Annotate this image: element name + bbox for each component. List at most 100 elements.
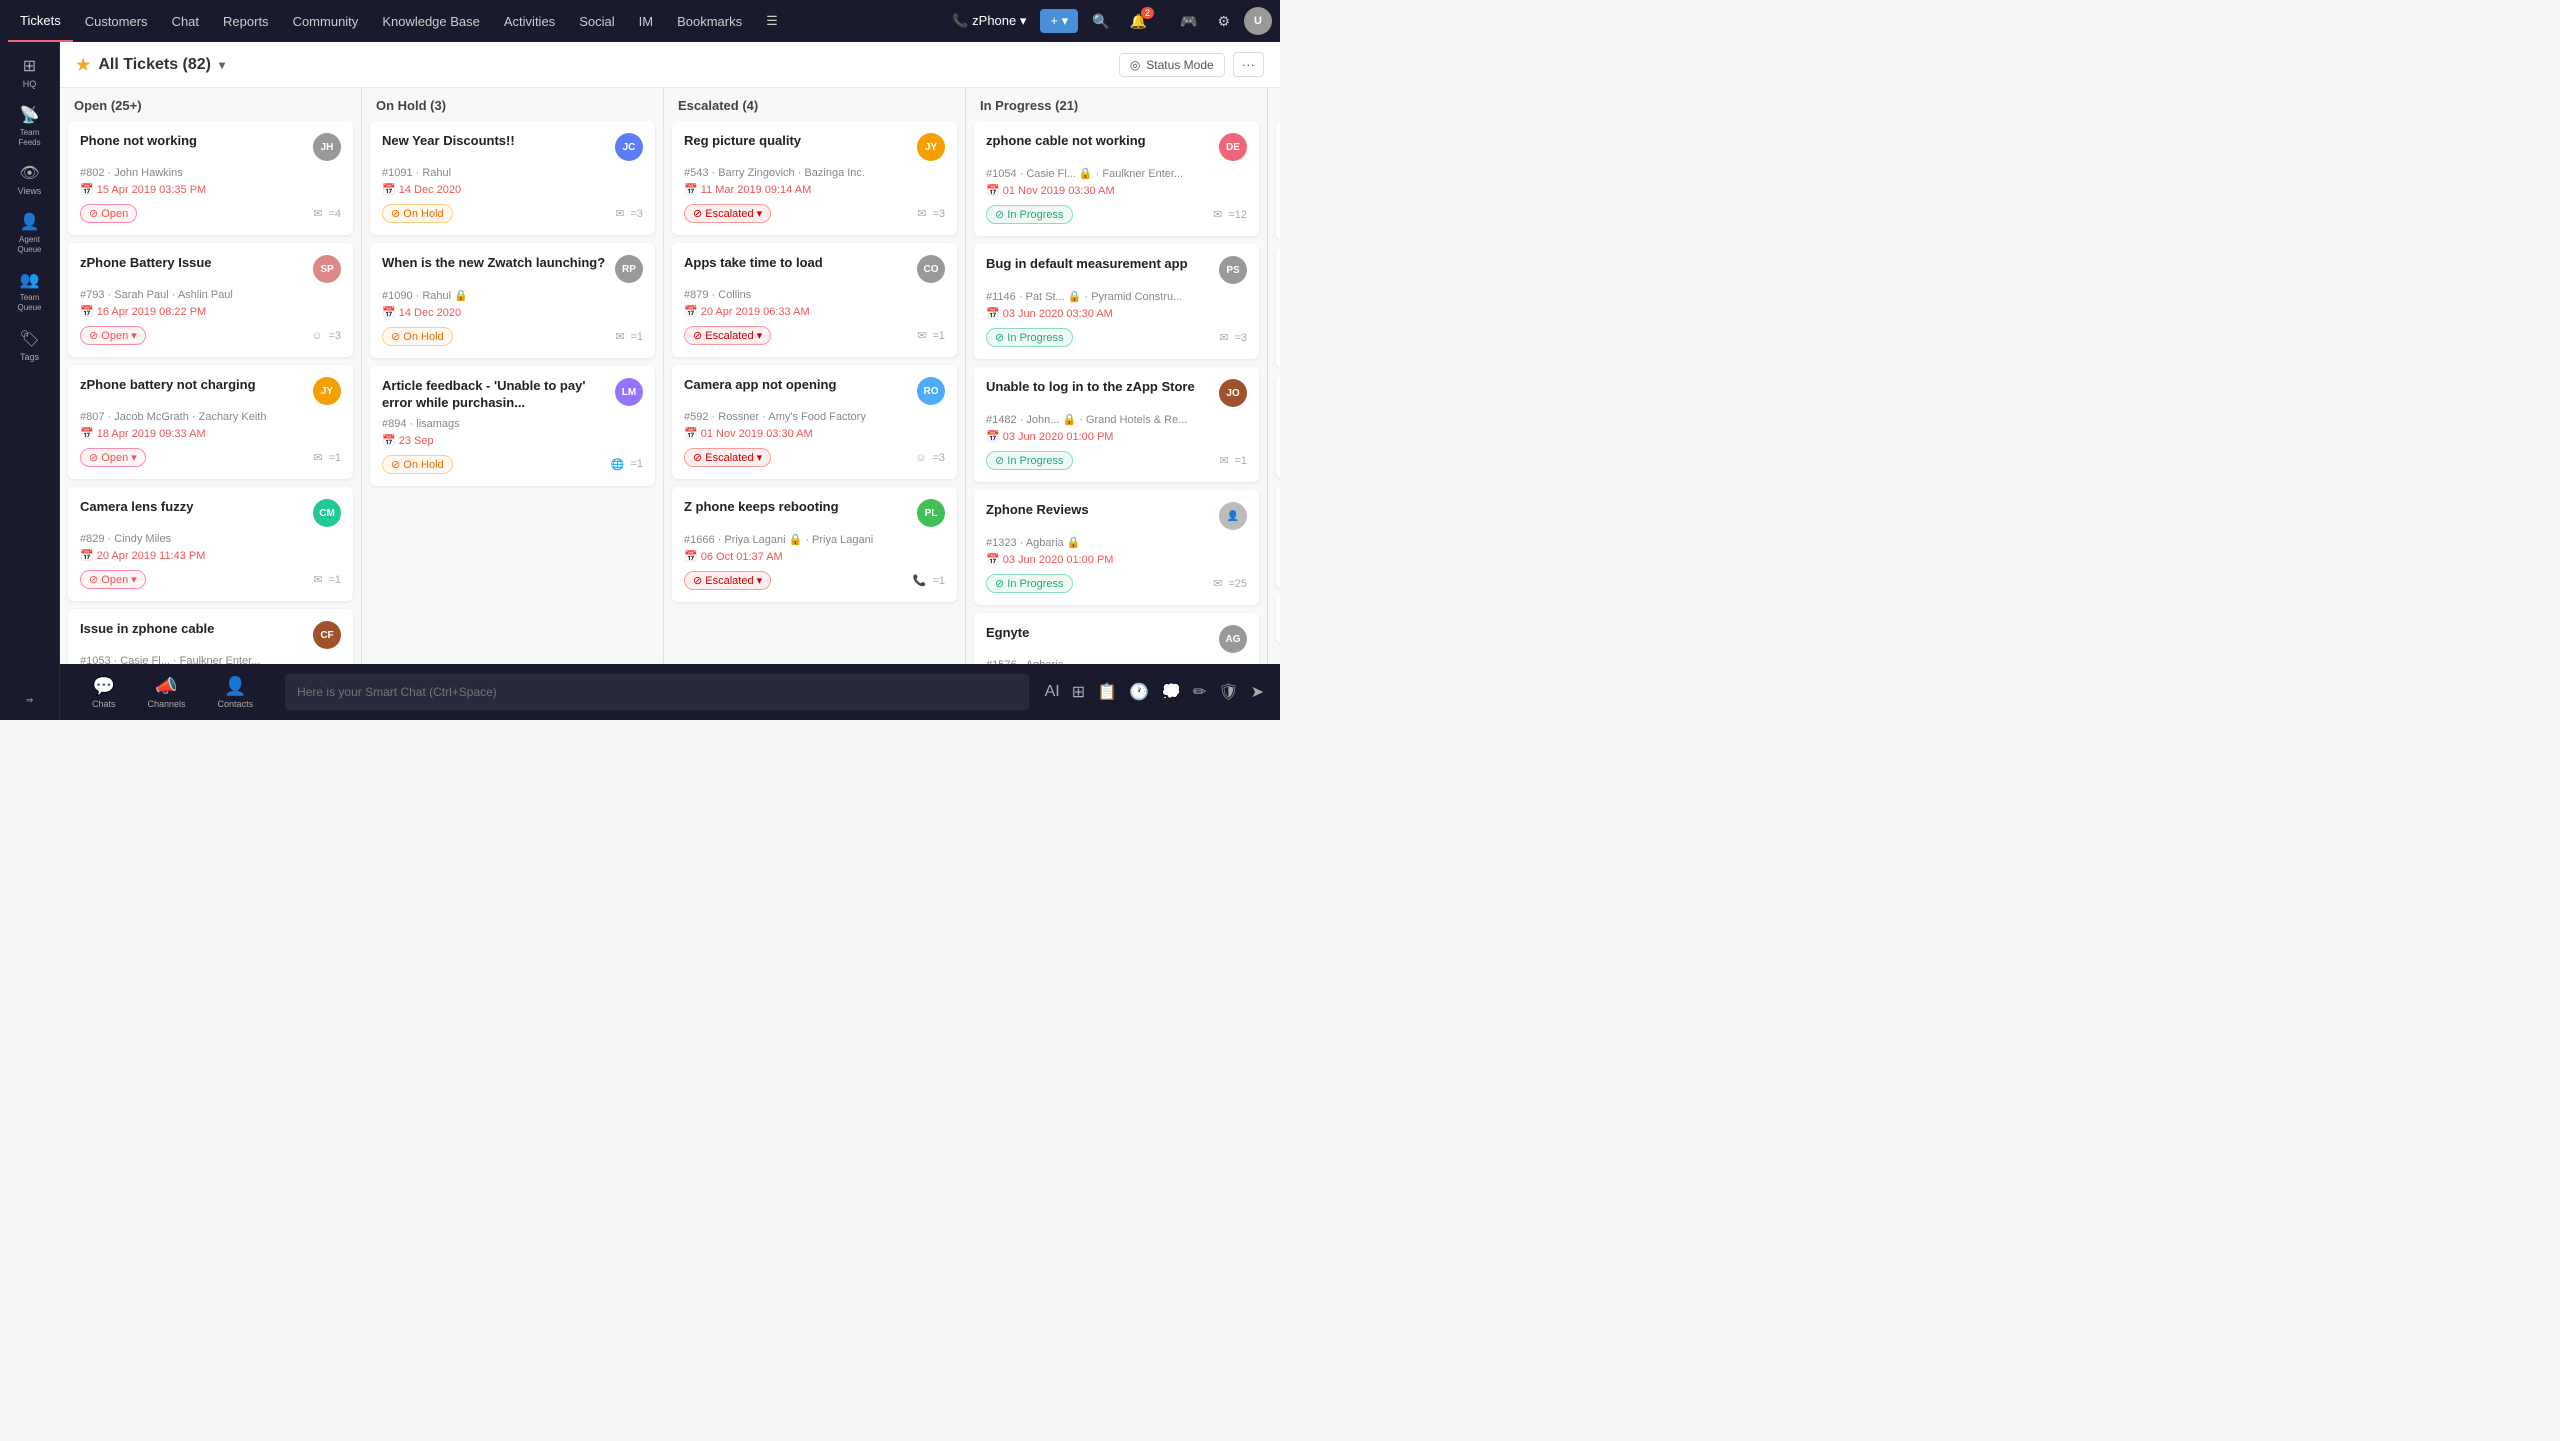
sidebar-item-tags[interactable]: 🏷 Tags xyxy=(4,323,56,368)
agent-queue-icon: 👤 xyxy=(20,212,40,232)
smart-chat-input[interactable] xyxy=(285,674,1029,710)
nav-reports[interactable]: Reports xyxy=(211,0,281,42)
card-footer: ⊘ In Progress ✉ =3 xyxy=(986,328,1247,347)
status-badge-inprogress[interactable]: ⊘ In Progress xyxy=(986,205,1073,224)
grid-icon[interactable]: ⊞ xyxy=(1072,682,1085,702)
sidebar-item-agent-queue[interactable]: 👤 AgentQueue xyxy=(4,206,56,260)
card-zapp-store-login[interactable]: Unable to log in to the zApp Store JO #1… xyxy=(974,367,1259,482)
edit-icon[interactable]: ✏ xyxy=(1193,682,1206,702)
status-badge-open[interactable]: ⊘ Open ▾ xyxy=(80,570,146,589)
favorite-star[interactable]: ★ xyxy=(76,55,90,75)
card-meta: #1666 · Priya Lagani 🔒 · Priya Lagani xyxy=(684,533,945,546)
card-sync-google[interactable]: Can we sync Goog with Zylker CarPac... #… xyxy=(1276,121,1280,240)
status-mode-button[interactable]: ◎ Status Mode xyxy=(1119,53,1225,77)
status-badge-escalated[interactable]: ⊘ Escalated ▾ xyxy=(684,571,771,590)
card-meta: #793 · Sarah Paul · Ashlin Paul xyxy=(80,289,341,301)
status-badge-inprogress[interactable]: ⊘ In Progress xyxy=(986,574,1073,593)
status-badge-escalated[interactable]: ⊘ Escalated ▾ xyxy=(684,448,771,467)
bottom-item-channels[interactable]: 📣 Channels xyxy=(132,676,202,709)
status-badge-escalated[interactable]: ⊘ Escalated ▾ xyxy=(684,326,771,345)
card-meta: #879 · Collins xyxy=(684,289,945,301)
bottom-item-chats[interactable]: 💬 Chats xyxy=(76,676,132,709)
card-reg-picture-quality[interactable]: Reg picture quality JY #543 · Barry Zing… xyxy=(672,121,957,235)
card-meta: #592 · Rossner · Amy's Food Factory xyxy=(684,411,945,423)
chat-icon[interactable]: 💭 xyxy=(1161,682,1181,702)
card-avatar: PS xyxy=(1219,256,1247,284)
card-zphone-battery-iss[interactable]: zPhone Battery Iss... #1049 · Sarah Paul… xyxy=(1276,486,1280,588)
card-article-feedback[interactable]: Article feedback - 'Unable to pay' error… xyxy=(370,366,655,486)
status-badge-onhold[interactable]: ⊘ On Hold xyxy=(382,327,453,346)
card-title: zPhone Battery Issue xyxy=(80,255,305,272)
card-icon-email: ✉ xyxy=(313,207,322,220)
user-avatar[interactable]: U xyxy=(1244,7,1272,35)
card-zphone-reviews[interactable]: Zphone Reviews 👤 #1323 · Agbaria 🔒 📅 03 … xyxy=(974,490,1259,605)
zphone-button[interactable]: 📞 zPhone ▾ xyxy=(946,9,1032,33)
nav-bookmarks[interactable]: Bookmarks xyxy=(665,0,754,42)
card-zphone-screen[interactable]: Z phone Screen replacement xyxy=(1276,596,1280,643)
nav-activities[interactable]: Activities xyxy=(492,0,567,42)
card-egnyte[interactable]: Egnyte AG #1576 · Agbaria 📅 03 Jun 2020.… xyxy=(974,613,1259,664)
nav-chat[interactable]: Chat xyxy=(160,0,211,42)
card-icon: ✉ xyxy=(313,573,322,586)
card-zphone-battery-issue[interactable]: zPhone Battery Issue SP #793 · Sarah Pau… xyxy=(68,243,353,357)
shield-icon[interactable]: 🛡 xyxy=(1218,682,1238,702)
table-icon[interactable]: 📋 xyxy=(1097,682,1117,702)
status-badge-escalated[interactable]: ⊘ Escalated ▾ xyxy=(684,204,771,223)
send-icon[interactable]: ➤ xyxy=(1251,682,1264,702)
card-zphone-cable-not-working[interactable]: zphone cable not working DE #1054 · Casi… xyxy=(974,121,1259,236)
sidebar-item-team-feeds[interactable]: 📡 TeamFeeds xyxy=(4,99,56,153)
status-badge-open[interactable]: ⊘ Open ▾ xyxy=(80,326,146,345)
card-zphone-rebooting[interactable]: Z phone keeps rebooting PL #1666 · Priya… xyxy=(672,487,957,602)
card-phone-slowed[interactable]: Phone has slowed after the recent so... … xyxy=(1276,248,1280,368)
card-zwatch-launching[interactable]: When is the new Zwatch launching? RP #10… xyxy=(370,243,655,358)
status-badge-onhold[interactable]: ⊘ On Hold xyxy=(382,204,453,223)
card-icon: ✉ xyxy=(615,330,624,343)
nav-social[interactable]: Social xyxy=(567,0,626,42)
card-phone-not-working[interactable]: Phone not working JH #802 · John Hawkins… xyxy=(68,121,353,235)
column-header-inprogress: In Progress (21) xyxy=(966,88,1267,121)
card-camera-lens-fuzzy[interactable]: Camera lens fuzzy CM #829 · Cindy Miles … xyxy=(68,487,353,601)
card-footer: ⊘ On Hold ✉ =1 xyxy=(382,327,643,346)
nav-tickets[interactable]: Tickets xyxy=(8,0,73,42)
card-meta: #1091 · Rahul xyxy=(382,167,643,179)
more-options-button[interactable]: ··· xyxy=(1233,52,1264,77)
status-badge-inprogress[interactable]: ⊘ In Progress xyxy=(986,328,1073,347)
header-right: ◎ Status Mode ··· xyxy=(1119,52,1264,77)
card-zphone-cable[interactable]: Issue in zphone cable CF #1053 · Casie F… xyxy=(68,609,353,664)
sidebar-item-team-queue[interactable]: 👥 TeamQueue xyxy=(4,264,56,318)
card-apps-take-time[interactable]: Apps take time to load CO #879 · Collins… xyxy=(672,243,957,357)
add-button[interactable]: + ▾ xyxy=(1040,9,1078,33)
nav-more[interactable]: ☰ xyxy=(754,0,790,42)
card-meta: #1054 · Casie Fl... 🔒 · Faulkner Enter..… xyxy=(986,167,1247,180)
card-bug-measurement-app[interactable]: Bug in default measurement app PS #1146 … xyxy=(974,244,1259,359)
settings-button[interactable]: ⚙ xyxy=(1211,9,1236,34)
card-count: =1 xyxy=(1234,455,1247,467)
sidebar-item-views[interactable]: 👁 Views xyxy=(4,157,56,202)
column-escalated: Escalated (4) Reg picture quality JY #54… xyxy=(664,88,966,664)
card-new-year-discounts[interactable]: New Year Discounts!! JC #1091 · Rahul 📅 … xyxy=(370,121,655,235)
card-phone-cable-not[interactable]: Phone cable not w... #1309 · sarah 🔒 📅 0… xyxy=(1276,376,1280,479)
sidebar-item-hq[interactable]: ⊞ HQ xyxy=(4,50,56,95)
notifications-button[interactable]: 🔔2 xyxy=(1124,9,1166,34)
title-dropdown[interactable]: ▾ xyxy=(219,58,225,72)
search-button[interactable]: 🔍 xyxy=(1086,9,1115,34)
views-icon: 👁 xyxy=(19,163,39,183)
card-title: Z phone keeps rebooting xyxy=(684,499,909,516)
card-battery-not-charging[interactable]: zPhone battery not charging JY #807 · Ja… xyxy=(68,365,353,479)
card-avatar: CO xyxy=(917,255,945,283)
bottom-item-contacts[interactable]: 👤 Contacts xyxy=(202,676,270,709)
status-badge-open[interactable]: ⊘ Open ▾ xyxy=(80,448,146,467)
status-badge-inprogress[interactable]: ⊘ In Progress xyxy=(986,451,1073,470)
nav-knowledge-base[interactable]: Knowledge Base xyxy=(370,0,492,42)
sidebar-item-expand[interactable]: ⇒ xyxy=(4,689,56,712)
ai-icon[interactable]: AI xyxy=(1045,683,1060,701)
card-meta: #894 · lisamags xyxy=(382,418,643,430)
gamepad-button[interactable]: 🎮 xyxy=(1174,9,1203,34)
card-camera-app-not-opening[interactable]: Camera app not opening RO #592 · Rossner… xyxy=(672,365,957,479)
nav-community[interactable]: Community xyxy=(281,0,371,42)
status-badge-open[interactable]: ⊘ Open xyxy=(80,204,137,223)
nav-customers[interactable]: Customers xyxy=(73,0,160,42)
clock-icon[interactable]: 🕐 xyxy=(1129,682,1149,702)
status-badge-onhold[interactable]: ⊘ On Hold xyxy=(382,455,453,474)
nav-im[interactable]: IM xyxy=(627,0,665,42)
